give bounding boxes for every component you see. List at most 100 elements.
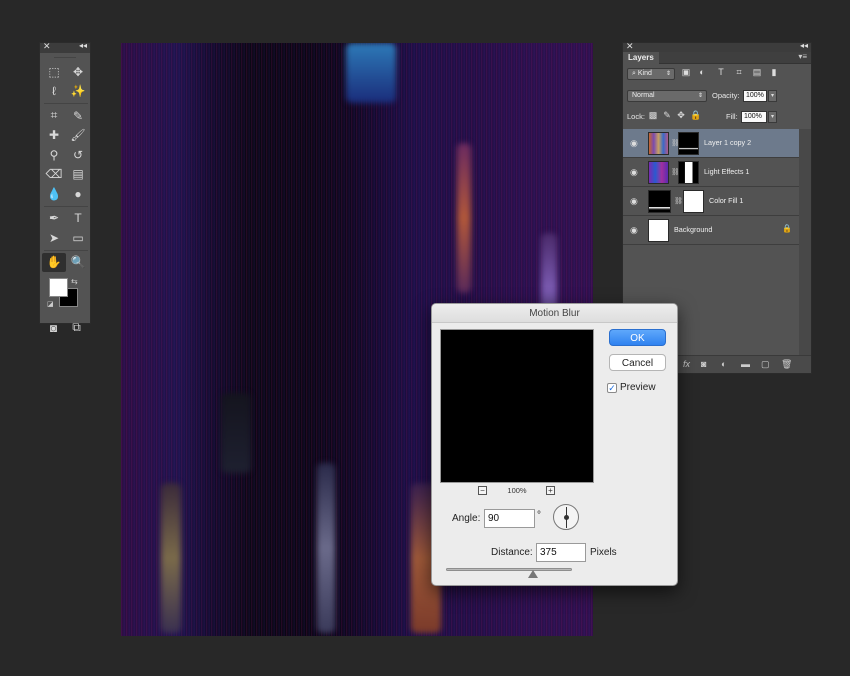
type-tool-icon[interactable]: T: [66, 209, 90, 229]
cancel-button[interactable]: Cancel: [609, 354, 666, 371]
pen-tool-icon[interactable]: ✒: [42, 209, 66, 229]
lock-all-icon[interactable]: 🔒: [690, 110, 701, 120]
collapse-icon[interactable]: ◂◂: [79, 41, 87, 50]
gradient-tool-icon[interactable]: ▤: [66, 165, 90, 185]
smart-object-filter-icon[interactable]: ▤: [752, 67, 762, 77]
layer-thumbnail: [648, 132, 669, 155]
filter-toggle-icon[interactable]: ▮: [769, 67, 779, 77]
shape-filter-icon[interactable]: ⌗: [734, 67, 744, 77]
opacity-input[interactable]: 100%: [743, 90, 767, 102]
zoom-tool-icon[interactable]: 🔍: [66, 253, 90, 273]
motion-blur-dialog: Motion Blur 100% − + OK Cancel ✓ Preview…: [431, 303, 678, 586]
visibility-eye-icon[interactable]: ◉: [630, 138, 638, 149]
layer-row[interactable]: ◉ Background 🔒: [623, 216, 801, 245]
tab-layers[interactable]: Layers: [623, 52, 659, 64]
opacity-dropdown[interactable]: ▾: [768, 90, 777, 102]
default-colors-icon[interactable]: ◪: [47, 300, 54, 308]
fx-icon[interactable]: fx: [683, 359, 690, 369]
crop-tool-icon[interactable]: ⌗: [42, 106, 66, 126]
pixel-filter-icon[interactable]: ▣: [681, 67, 691, 77]
layers-panel-header: ✕ ◂◂: [623, 41, 811, 52]
angle-dial[interactable]: [553, 504, 579, 530]
blend-mode-value: Normal: [632, 92, 655, 99]
rectangle-tool-icon[interactable]: ▭: [66, 228, 90, 248]
close-icon[interactable]: ✕: [43, 41, 51, 52]
fill-dropdown[interactable]: ▾: [768, 111, 777, 123]
tool-grid: ⬚ ✥ ℓ ✨ ⌗ ✎ ✚ 🖌 ⚲ ↺ ⌫ ▤ 💧 ● ✒ T ➤ ▭ ✋ 🔍: [40, 58, 90, 272]
pixels-unit-label: Pixels: [590, 547, 617, 558]
adjustment-layer-icon[interactable]: ◐: [721, 359, 726, 369]
visibility-eye-icon[interactable]: ◉: [630, 167, 638, 178]
lock-pixels-icon[interactable]: ✎: [662, 110, 672, 120]
lasso-tool-icon[interactable]: ℓ: [42, 82, 66, 102]
blur-tool-icon[interactable]: 💧: [42, 184, 66, 204]
visibility-eye-icon[interactable]: ◉: [630, 225, 638, 236]
distance-slider-track[interactable]: [446, 568, 572, 571]
layer-mask-thumbnail: [678, 161, 699, 184]
trash-icon[interactable]: 🗑: [781, 359, 792, 370]
blend-row: Normal ⇕ Opacity: 100% ▾: [623, 86, 811, 105]
swap-colors-icon[interactable]: ⇆: [71, 277, 78, 286]
panel-menu-icon[interactable]: ▾≡: [798, 52, 807, 61]
lock-position-icon[interactable]: ✥: [676, 110, 686, 120]
brush-tool-icon[interactable]: 🖌: [66, 126, 90, 146]
zoom-level: 100%: [507, 486, 527, 495]
layer-thumbnail: [648, 219, 669, 242]
layer-thumbnail: [648, 161, 669, 184]
new-group-icon[interactable]: ▬: [741, 359, 750, 369]
preview-checkbox[interactable]: ✓: [607, 383, 617, 393]
screen-mode-icon[interactable]: ⧉: [65, 318, 88, 338]
history-brush-tool-icon[interactable]: ↺: [66, 145, 90, 165]
layer-name: Background: [674, 225, 713, 234]
hand-tool-icon[interactable]: ✋: [42, 252, 66, 272]
eraser-tool-icon[interactable]: ⌫: [42, 165, 66, 185]
ok-button[interactable]: OK: [609, 329, 666, 346]
dodge-tool-icon[interactable]: ●: [66, 184, 90, 204]
zoom-out-button[interactable]: −: [478, 486, 487, 495]
lock-row: Lock: ▩ ✎ ✥ 🔒 Fill: 100% ▾: [623, 107, 811, 126]
lock-icon: 🔒: [782, 224, 792, 233]
angle-input[interactable]: 90: [484, 509, 535, 528]
layers-scrollbar[interactable]: [799, 129, 811, 355]
blur-preview[interactable]: [440, 329, 594, 483]
layer-row[interactable]: ◉ ⛓ Light Effects 1: [623, 158, 801, 187]
blend-mode-select[interactable]: Normal ⇕: [627, 90, 707, 102]
tool-separator: [44, 205, 88, 207]
fill-input[interactable]: 100%: [741, 111, 767, 123]
foreground-color-swatch[interactable]: [49, 278, 68, 297]
fill-label: Fill:: [726, 112, 738, 121]
new-layer-icon[interactable]: ▢: [761, 359, 770, 370]
toolbox-bottom-tools: ◙ ⧉: [40, 312, 90, 338]
visibility-eye-icon[interactable]: ◉: [630, 196, 638, 207]
magic-wand-tool-icon[interactable]: ✨: [66, 82, 90, 102]
layer-name: Light Effects 1: [704, 167, 750, 176]
chevron-down-icon: ⇕: [697, 93, 703, 99]
layer-mask-thumbnail: [678, 132, 699, 155]
close-icon[interactable]: ✕: [626, 41, 634, 52]
adjustment-filter-icon[interactable]: ◐: [697, 67, 707, 77]
eyedropper-tool-icon[interactable]: ✎: [66, 106, 90, 126]
angle-dial-center: [564, 515, 569, 520]
marquee-tool-icon[interactable]: ⬚: [42, 62, 66, 82]
collapse-icon[interactable]: ◂◂: [800, 41, 808, 50]
tools-panel-header: ✕ ◂◂: [40, 41, 90, 53]
quick-mask-icon[interactable]: ◙: [42, 318, 65, 338]
type-filter-icon[interactable]: T: [716, 67, 726, 77]
filter-kind-select[interactable]: ⌕ Kind ⇕: [627, 68, 675, 80]
move-tool-icon[interactable]: ✥: [66, 62, 90, 82]
layer-row[interactable]: ◉ ⛓ Layer 1 copy 2: [623, 129, 801, 158]
lock-transparency-icon[interactable]: ▩: [648, 110, 658, 120]
healing-brush-tool-icon[interactable]: ✚: [42, 126, 66, 146]
clone-stamp-tool-icon[interactable]: ⚲: [42, 145, 66, 165]
link-icon: ⛓: [674, 198, 683, 205]
distance-slider-thumb[interactable]: [527, 570, 538, 578]
layer-row[interactable]: ◉ ⛓ Color Fill 1: [623, 187, 801, 216]
filter-kind-label: Kind: [637, 70, 652, 77]
chevron-down-icon: ⇕: [665, 71, 671, 77]
search-icon: ⌕: [632, 70, 636, 77]
path-selection-tool-icon[interactable]: ➤: [42, 228, 66, 248]
add-mask-icon[interactable]: ◙: [701, 359, 706, 369]
layer-filter-row: ⌕ Kind ⇕ ▣ ◐ T ⌗ ▤ ▮: [623, 64, 811, 83]
zoom-in-button[interactable]: +: [546, 486, 555, 495]
distance-input[interactable]: 375: [536, 543, 586, 562]
